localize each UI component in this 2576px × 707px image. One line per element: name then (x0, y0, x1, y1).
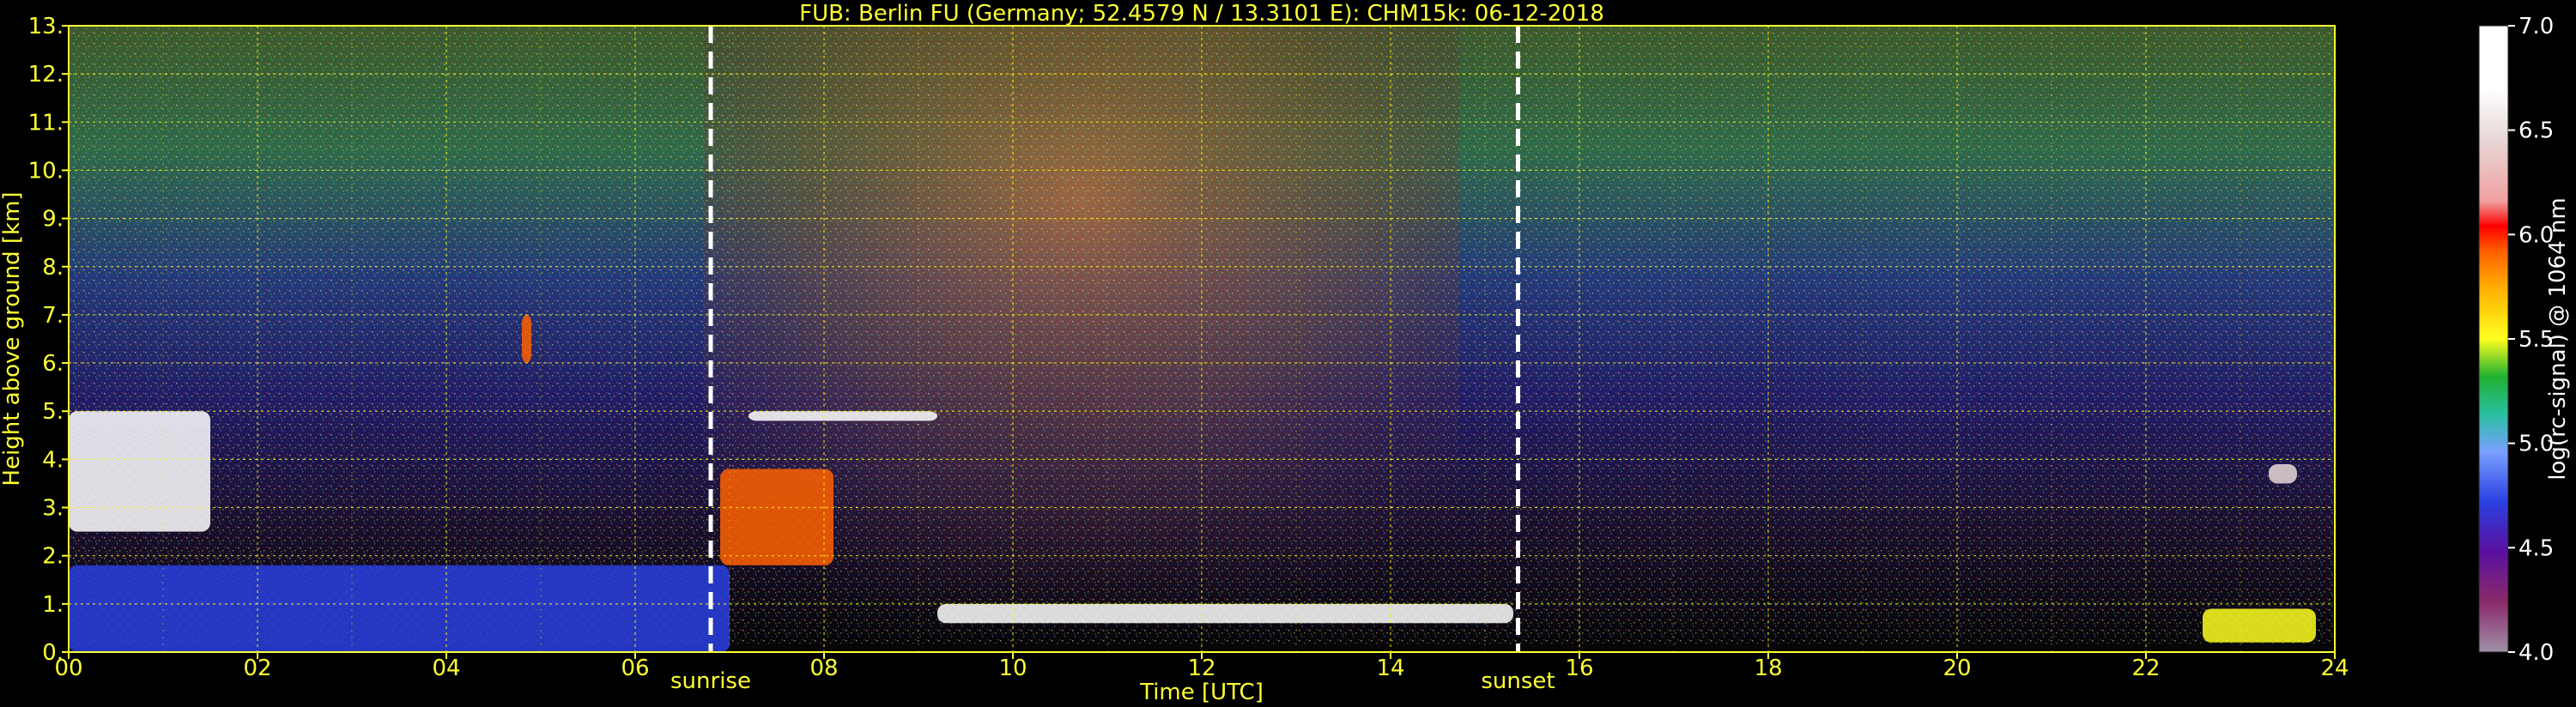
x-tick-label: 12 (1187, 656, 1215, 681)
plot-area (69, 26, 2335, 652)
colorbar-tick-label: 4.0 (2518, 640, 2554, 666)
y-tick-label: 9. (42, 207, 64, 233)
x-tick-label: 16 (1565, 656, 1593, 681)
x-tick-label: 20 (1943, 656, 1971, 681)
feature-isolated-cloud (522, 314, 531, 364)
x-tick-label: 08 (809, 656, 838, 681)
sunset-label: sunset (1481, 668, 1555, 694)
y-axis: 0. 1. 2. 3. 4. 5. 6. 7. 8. 9. 10. 11. 12. 13. (28, 14, 69, 666)
x-tick-label: 10 (998, 656, 1027, 681)
y-tick-label: 5. (42, 399, 64, 425)
x-tick-label: 18 (1754, 656, 1782, 681)
colorbar-scale (2478, 25, 2509, 653)
y-tick-label: 10. (28, 158, 64, 184)
sunrise-label: sunrise (670, 668, 751, 694)
chart-title: FUB: Berlin FU (Germany; 52.4579 N / 13.… (799, 1, 1604, 27)
x-axis: 00 02 04 06 08 10 12 14 16 18 20 22 24 (54, 652, 2349, 681)
x-tick-label: 06 (621, 656, 649, 681)
y-tick-label: 6. (42, 351, 64, 377)
feature-boundary-layer-top (937, 603, 1513, 624)
feature-isolated-cloud (2269, 464, 2297, 484)
x-tick-label: 02 (243, 656, 271, 681)
colorbar-tick-label: 4.5 (2518, 535, 2554, 561)
y-tick-label: 4. (42, 447, 64, 473)
feature-low-cloud (2203, 608, 2316, 643)
feature-cloud-layer (69, 411, 210, 532)
y-tick-label: 8. (42, 255, 64, 281)
x-tick-label: 14 (1376, 656, 1404, 681)
colorbar-tick-label: 6.5 (2518, 118, 2554, 144)
y-axis-label: Height above ground [km] (0, 191, 25, 486)
y-tick-label: 0. (42, 640, 64, 666)
y-tick-label: 3. (42, 496, 64, 522)
feature-cloud-layer (720, 468, 833, 565)
y-tick-label: 12. (28, 62, 64, 88)
y-tick-label: 13. (28, 14, 64, 39)
quicklook-chart: FUB: Berlin FU (Germany; 52.4579 N / 13.… (0, 1, 2571, 705)
y-tick-label: 2. (42, 544, 64, 570)
x-tick-label: 04 (432, 656, 460, 681)
x-tick-label: 22 (2131, 656, 2160, 681)
colorbar-label: log(rc-signal) @ 1064 nm (2545, 197, 2571, 480)
colorbar: 4.04.55.05.56.06.57.0 log(rc-signal) @ 1… (2478, 14, 2571, 666)
colorbar-tick-label: 7.0 (2518, 14, 2554, 39)
y-tick-label: 1. (42, 592, 64, 618)
y-tick-label: 7. (42, 303, 64, 329)
feature-boundary-layer (69, 565, 730, 652)
x-axis-label: Time [UTC] (1139, 680, 1264, 705)
feature-cloud-layer (749, 411, 937, 421)
x-tick-label: 24 (2320, 656, 2349, 681)
y-tick-label: 11. (28, 110, 64, 136)
